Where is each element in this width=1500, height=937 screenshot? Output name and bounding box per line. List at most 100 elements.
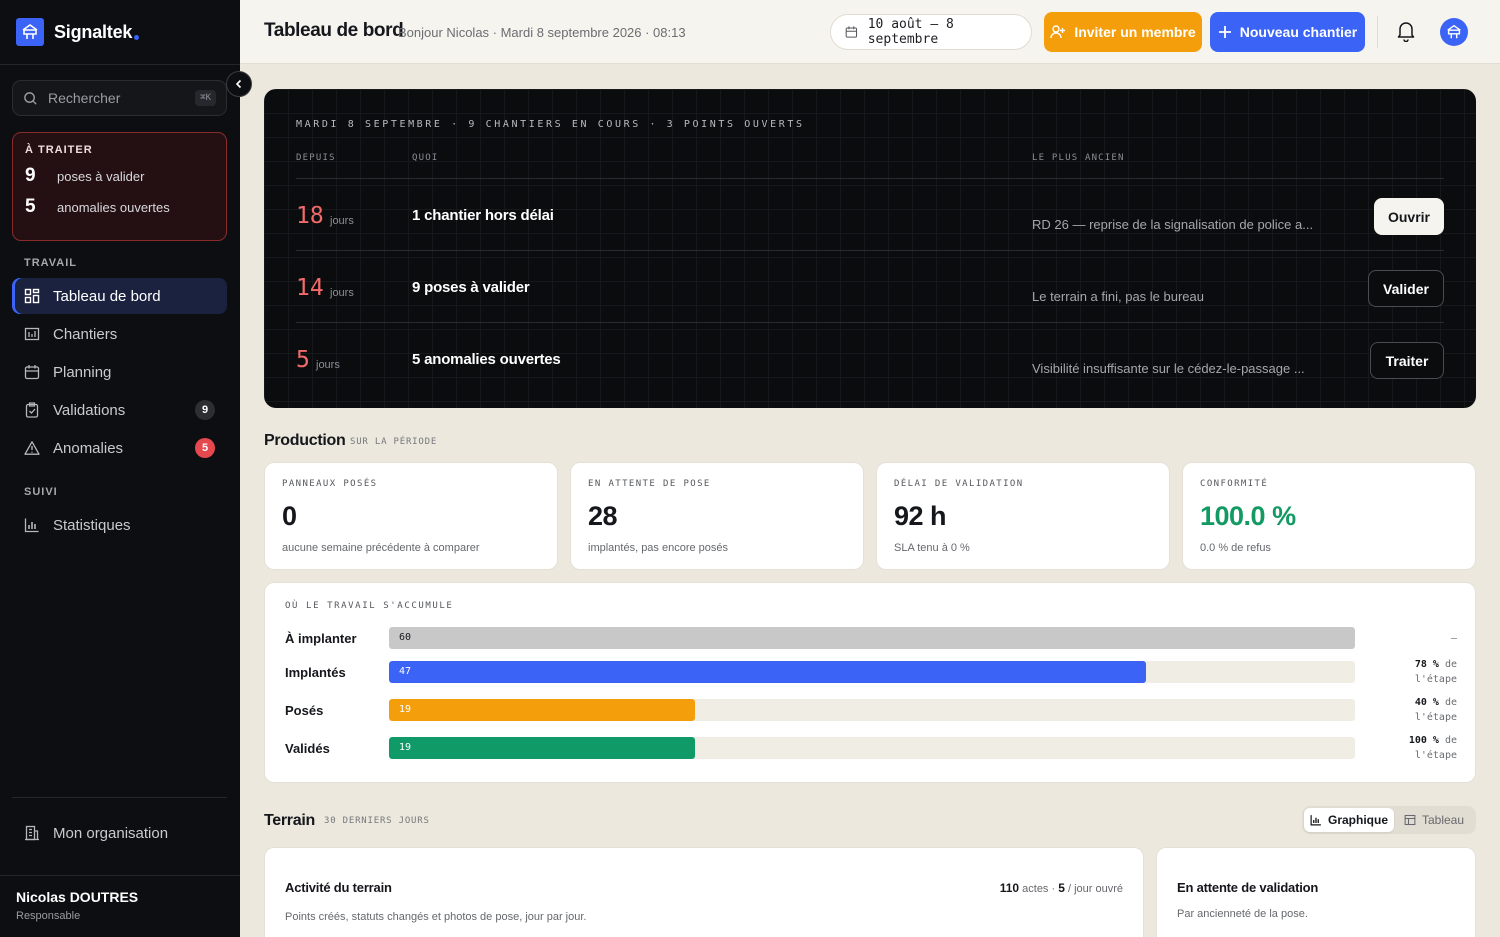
priority-oldest: Le terrain a fini, pas le bureau (1032, 289, 1204, 304)
sidebar-divider (0, 875, 240, 876)
toggle-table-label: Tableau (1421, 813, 1465, 827)
priority-unit: jours (316, 359, 340, 371)
priority-unit: jours (330, 215, 354, 227)
bar-chart-icon (1310, 815, 1321, 826)
brand-dot (134, 34, 140, 40)
todo-panel: À TRAITER 9 poses à valider 5 anomalies … (12, 132, 227, 241)
avatar[interactable] (1440, 18, 1468, 46)
sidebar-item-organisation[interactable]: Mon organisation (12, 815, 227, 851)
kpi-label: CONFORMITÉ (1200, 479, 1269, 489)
accumulation-title: OÙ LE TRAVAIL S'ACCUMULE (285, 601, 454, 611)
sidebar-item-anomalies[interactable]: Anomalies 5 (12, 430, 227, 466)
sidebar-item-label: Mon organisation (53, 824, 169, 842)
column-what: QUOI (412, 153, 439, 163)
sidebar-item-chantiers[interactable]: Chantiers (12, 316, 227, 352)
kpi-card-attente: EN ATTENTE DE POSE 28 implantés, pas enc… (570, 462, 864, 570)
new-chantier-label: Nouveau chantier (1239, 24, 1358, 40)
bar-value: 47 (399, 666, 412, 677)
invite-member-button[interactable]: Inviter un membre (1044, 12, 1202, 52)
priority-title: 5 anomalies ouvertes (412, 351, 561, 368)
activity-sub: Points créés, statuts changés et photos … (285, 911, 587, 923)
search-shortcut: ⌘K (195, 90, 216, 106)
sidebar-item-label: Chantiers (53, 325, 118, 343)
sidebar-divider (0, 64, 240, 65)
production-title: Production (264, 432, 346, 449)
activity-title: Activité du terrain (285, 880, 392, 895)
map-icon (24, 327, 40, 341)
bar-fill: 47 (389, 661, 1146, 683)
kpi-label: EN ATTENTE DE POSE (588, 479, 711, 489)
bar-fill: 19 (389, 737, 695, 759)
open-button[interactable]: Ouvrir (1374, 198, 1444, 235)
invite-member-label: Inviter un membre (1074, 24, 1196, 40)
sidebar-item-statistiques[interactable]: Statistiques (12, 507, 227, 543)
bar-value: 19 (399, 704, 412, 715)
search-placeholder: Rechercher (48, 90, 121, 106)
toggle-chart-button[interactable]: Graphique (1304, 808, 1394, 832)
clipboard-check-icon (25, 402, 39, 418)
kpi-sub: 0.0 % de refus (1200, 542, 1271, 554)
terrain-title: Terrain (264, 812, 315, 829)
pending-sub: Par ancienneté de la pose. (1177, 908, 1308, 920)
activity-acts: 110 (999, 881, 1020, 895)
bar-label: Posés (285, 703, 324, 718)
validate-button[interactable]: Valider (1368, 270, 1444, 307)
priority-days: 14 (296, 275, 324, 301)
user-profile[interactable]: Nicolas DOUTRES Responsable (16, 889, 138, 922)
sidebar-item-label: Validations (53, 401, 126, 419)
priority-row: 18 jours 1 chantier hors délai RD 26 — r… (264, 179, 1476, 251)
sidebar-item-dashboard[interactable]: Tableau de bord (12, 278, 227, 314)
sidebar-item-validations[interactable]: Validations 9 (12, 392, 227, 428)
bar-track: 47 (389, 661, 1355, 683)
bar-fill: 19 (389, 699, 695, 721)
toggle-table-button[interactable]: Tableau (1394, 808, 1474, 832)
user-plus-icon (1050, 25, 1066, 39)
warning-icon (24, 441, 40, 455)
brand-name: Signaltek (54, 21, 133, 42)
kpi-label: DÉLAI DE VALIDATION (894, 479, 1024, 489)
activity-acts-label: actes · (1022, 883, 1056, 895)
header-divider (1377, 16, 1378, 48)
sidebar-item-label: Anomalies (53, 439, 124, 457)
sidebar-item-planning[interactable]: Planning (12, 354, 227, 390)
todo-count: 9 (25, 165, 36, 186)
brand[interactable]: Signaltek (16, 18, 140, 46)
signaltek-logo-icon (1447, 24, 1461, 39)
bar-fill: 60 (389, 627, 1355, 649)
todo-item-anomalies[interactable]: 5 anomalies ouvertes (25, 196, 214, 218)
bar-value: 60 (399, 632, 412, 643)
notifications-button[interactable] (1396, 20, 1416, 47)
page-subtitle: Bonjour Nicolas · Mardi 8 septembre 2026… (398, 25, 686, 40)
collapse-sidebar-button[interactable] (226, 71, 252, 97)
bar-value: 19 (399, 742, 412, 753)
priority-row: 14 jours 9 poses à valider Le terrain a … (264, 251, 1476, 323)
todo-label: poses à valider (57, 169, 145, 184)
table-icon (1404, 814, 1416, 826)
kpi-sub: aucune semaine précédente à comparer (282, 542, 480, 554)
date-range-picker[interactable]: 10 août – 8 septembre (830, 14, 1032, 50)
bar-percentage-value: 40 % (1414, 697, 1439, 708)
terrain-tag: 30 DERNIERS JOURS (324, 816, 430, 826)
accumulation-row: Validés 19 100 % de l'étape (265, 735, 1477, 761)
signaltek-logo-icon (16, 18, 44, 46)
todo-item-poses[interactable]: 9 poses à valider (25, 165, 214, 187)
kpi-value: 28 (588, 501, 618, 531)
calendar-icon (24, 365, 40, 380)
search-input[interactable]: Rechercher ⌘K (12, 80, 227, 116)
accumulation-card: OÙ LE TRAVAIL S'ACCUMULE À implanter 60 – I… (264, 582, 1476, 783)
bar-track: 60 (389, 627, 1355, 649)
plus-icon (1218, 26, 1231, 38)
priority-days: 18 (296, 203, 324, 229)
process-button[interactable]: Traiter (1370, 342, 1444, 379)
column-since: DEPUIS (296, 153, 336, 163)
activity-card: Activité du terrain 110 actes · 5 / jour… (264, 847, 1144, 937)
building-icon (25, 825, 39, 841)
priority-oldest: Visibilité insuffisante sur le cédez-le-… (1032, 361, 1305, 376)
priority-row: 5 jours 5 anomalies ouvertes Visibilité … (264, 323, 1476, 395)
priority-panel: MARDI 8 SEPTEMBRE · 9 CHANTIERS EN COURS… (264, 89, 1476, 408)
anomalies-count-badge: 5 (195, 438, 215, 458)
calendar-icon (845, 26, 858, 38)
new-chantier-button[interactable]: Nouveau chantier (1210, 12, 1365, 52)
bar-label: Implantés (285, 665, 346, 680)
bar-percentage: 78 % de l'étape (1377, 657, 1457, 687)
